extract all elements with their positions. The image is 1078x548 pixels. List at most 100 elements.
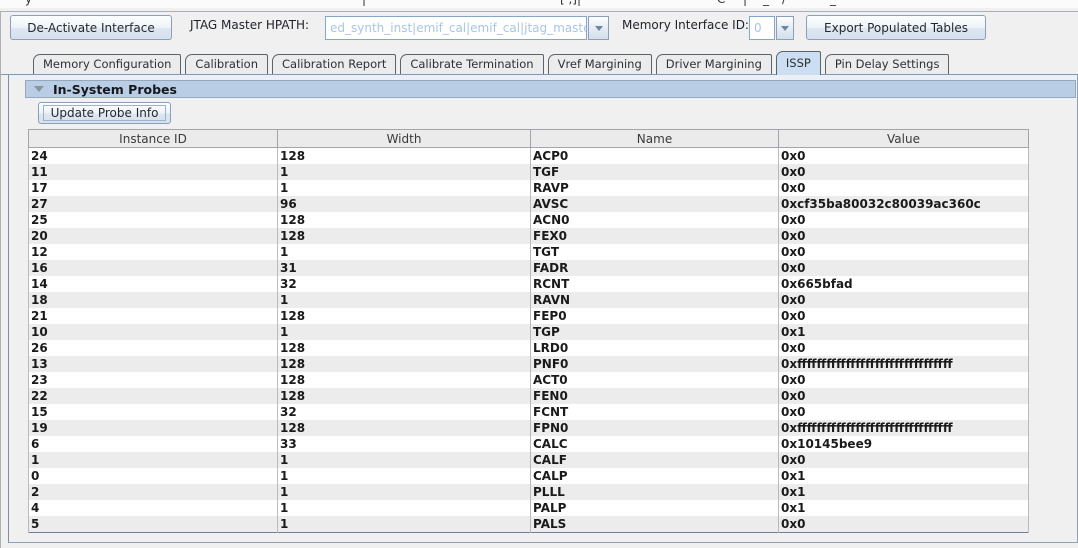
cell-name[interactable]: RAVN [531, 292, 779, 308]
cell-name[interactable]: PALP [531, 500, 779, 516]
cell-value[interactable]: 0x0 [779, 452, 1029, 468]
collapse-triangle-icon[interactable] [34, 86, 44, 92]
cell-instance-id[interactable]: 18 [29, 292, 278, 308]
table-row[interactable]: 111TGF0x0 [29, 164, 1029, 180]
cell-instance-id[interactable]: 2 [29, 484, 278, 500]
cell-value[interactable]: 0x0 [779, 260, 1029, 276]
cell-width[interactable]: 31 [278, 260, 531, 276]
cell-width[interactable]: 1 [278, 164, 531, 180]
table-row[interactable]: 13128PNF00xfffffffffffffffffffffffffffff… [29, 356, 1029, 372]
cell-width[interactable]: 32 [278, 404, 531, 420]
table-row[interactable]: 1631FADR0x0 [29, 260, 1029, 276]
cell-instance-id[interactable]: 14 [29, 276, 278, 292]
cell-instance-id[interactable]: 4 [29, 500, 278, 516]
cell-value[interactable]: 0x1 [779, 324, 1029, 340]
cell-value[interactable]: 0x10145bee9 [779, 436, 1029, 452]
cell-name[interactable]: FEP0 [531, 308, 779, 324]
cell-value[interactable]: 0xffffffffffffffffffffffffffffffff [779, 420, 1029, 436]
table-row[interactable]: 20128FEX00x0 [29, 228, 1029, 244]
cell-instance-id[interactable]: 5 [29, 516, 278, 533]
table-row[interactable]: 21PLLL0x1 [29, 484, 1029, 500]
cell-value[interactable]: 0x0 [779, 388, 1029, 404]
cell-name[interactable]: TGF [531, 164, 779, 180]
cell-instance-id[interactable]: 23 [29, 372, 278, 388]
memory-interface-id-select[interactable]: 0 [749, 16, 794, 40]
cell-instance-id[interactable]: 22 [29, 388, 278, 404]
cell-width[interactable]: 1 [278, 484, 531, 500]
table-row[interactable]: 24128ACP00x0 [29, 148, 1029, 165]
tab-issp[interactable]: ISSP [776, 51, 821, 75]
deactivate-interface-button[interactable]: De-Activate Interface [10, 15, 172, 40]
cell-instance-id[interactable]: 25 [29, 212, 278, 228]
table-row[interactable]: 2796AVSC0xcf35ba80032c80039ac360c [29, 196, 1029, 212]
cell-width[interactable]: 128 [278, 340, 531, 356]
column-header-instance-id[interactable]: Instance ID [29, 130, 278, 148]
cell-width[interactable]: 96 [278, 196, 531, 212]
cell-instance-id[interactable]: 0 [29, 468, 278, 484]
cell-width[interactable]: 128 [278, 148, 531, 165]
cell-value[interactable]: 0x0 [779, 340, 1029, 356]
table-row[interactable]: 1432RCNT0x665bfad [29, 276, 1029, 292]
cell-name[interactable]: CALP [531, 468, 779, 484]
tab-calibration-report[interactable]: Calibration Report [272, 54, 396, 74]
cell-name[interactable]: FEX0 [531, 228, 779, 244]
table-row[interactable]: 121TGT0x0 [29, 244, 1029, 260]
table-row[interactable]: 51PALS0x0 [29, 516, 1029, 533]
cell-instance-id[interactable]: 6 [29, 436, 278, 452]
cell-value[interactable]: 0x0 [779, 244, 1029, 260]
table-row[interactable]: 633CALC0x10145bee9 [29, 436, 1029, 452]
cell-name[interactable]: ACT0 [531, 372, 779, 388]
table-row[interactable]: 23128ACT00x0 [29, 372, 1029, 388]
tab-memory-configuration[interactable]: Memory Configuration [33, 54, 181, 74]
cell-value[interactable]: 0x0 [779, 228, 1029, 244]
cell-value[interactable]: 0x0 [779, 372, 1029, 388]
cell-instance-id[interactable]: 20 [29, 228, 278, 244]
table-row[interactable]: 1532FCNT0x0 [29, 404, 1029, 420]
table-row[interactable]: 22128FEN00x0 [29, 388, 1029, 404]
tab-calibrate-termination[interactable]: Calibrate Termination [400, 54, 543, 74]
cell-value[interactable]: 0x0 [779, 180, 1029, 196]
tab-vref-margining[interactable]: Vref Margining [548, 54, 652, 74]
column-header-name[interactable]: Name [531, 130, 779, 148]
table-row[interactable]: 25128ACN00x0 [29, 212, 1029, 228]
cell-width[interactable]: 1 [278, 244, 531, 260]
cell-value[interactable]: 0xcf35ba80032c80039ac360c [779, 196, 1029, 212]
cell-instance-id[interactable]: 26 [29, 340, 278, 356]
cell-name[interactable]: PLLL [531, 484, 779, 500]
jtag-dropdown-button[interactable] [588, 16, 609, 40]
cell-width[interactable]: 128 [278, 420, 531, 436]
cell-name[interactable]: LRD0 [531, 340, 779, 356]
cell-width[interactable]: 128 [278, 388, 531, 404]
cell-value[interactable]: 0x0 [779, 164, 1029, 180]
cell-instance-id[interactable]: 21 [29, 308, 278, 324]
cell-value[interactable]: 0x665bfad [779, 276, 1029, 292]
cell-name[interactable]: TGP [531, 324, 779, 340]
tab-pin-delay-settings[interactable]: Pin Delay Settings [825, 54, 950, 74]
table-row[interactable]: 101TGP0x1 [29, 324, 1029, 340]
table-row[interactable]: 11CALF0x0 [29, 452, 1029, 468]
cell-value[interactable]: 0x0 [779, 212, 1029, 228]
cell-value[interactable]: 0xffffffffffffffffffffffffffffffff [779, 356, 1029, 372]
in-system-probes-header[interactable]: In-System Probes [25, 80, 1076, 98]
cell-name[interactable]: CALC [531, 436, 779, 452]
cell-instance-id[interactable]: 27 [29, 196, 278, 212]
cell-name[interactable]: PNF0 [531, 356, 779, 372]
cell-instance-id[interactable]: 13 [29, 356, 278, 372]
export-populated-tables-button[interactable]: Export Populated Tables [806, 15, 986, 40]
jtag-master-hpath-select[interactable]: ed_synth_inst|emif_cal|emif_cal|jtag_mas… [325, 16, 609, 40]
cell-instance-id[interactable]: 10 [29, 324, 278, 340]
cell-instance-id[interactable]: 24 [29, 148, 278, 165]
cell-width[interactable]: 1 [278, 452, 531, 468]
cell-value[interactable]: 0x0 [779, 292, 1029, 308]
cell-width[interactable]: 128 [278, 356, 531, 372]
cell-value[interactable]: 0x0 [779, 516, 1029, 533]
cell-name[interactable]: TGT [531, 244, 779, 260]
cell-value[interactable]: 0x1 [779, 468, 1029, 484]
table-row[interactable]: 19128FPN00xfffffffffffffffffffffffffffff… [29, 420, 1029, 436]
cell-name[interactable]: RCNT [531, 276, 779, 292]
cell-width[interactable]: 1 [278, 468, 531, 484]
table-row[interactable]: 21128FEP00x0 [29, 308, 1029, 324]
cell-value[interactable]: 0x0 [779, 404, 1029, 420]
table-row[interactable]: 01CALP0x1 [29, 468, 1029, 484]
cell-width[interactable]: 33 [278, 436, 531, 452]
